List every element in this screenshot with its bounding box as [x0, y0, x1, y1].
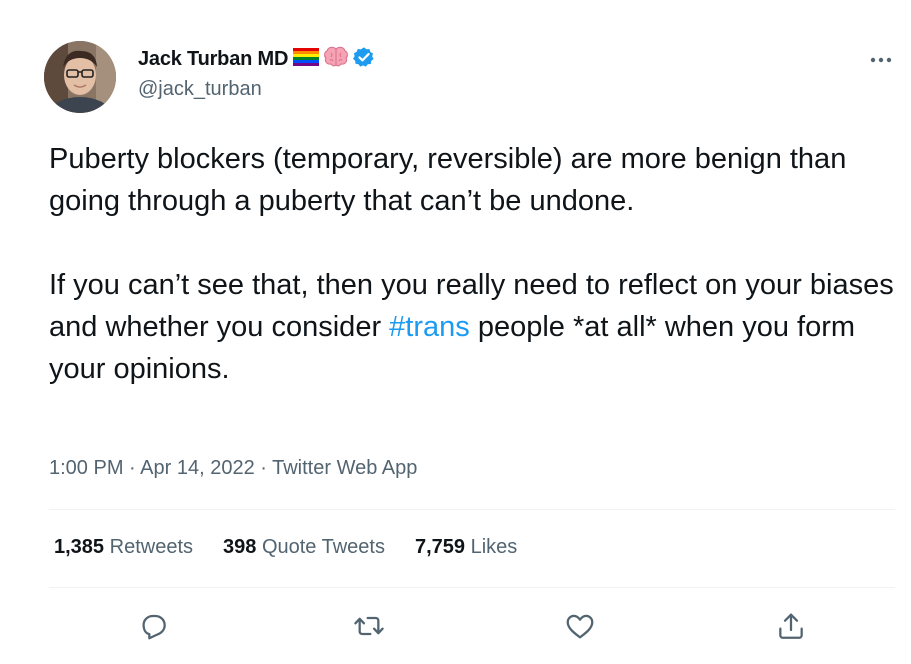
name-row: Jack Turban MD	[138, 46, 375, 72]
author-block: Jack Turban MD @jack_turban	[138, 46, 375, 101]
verified-badge-icon[interactable]	[353, 46, 375, 73]
retweets-label: Retweets	[109, 536, 193, 558]
divider	[49, 587, 895, 588]
hashtag-link[interactable]: #trans	[389, 311, 470, 343]
display-name[interactable]: Jack Turban MD	[138, 48, 288, 71]
more-options-icon[interactable]	[868, 52, 894, 68]
tweet-time[interactable]: 1:00 PM	[49, 457, 123, 479]
quote-tweets-label: Quote Tweets	[261, 536, 385, 558]
quote-tweets-count: 398	[223, 536, 257, 558]
tweet-paragraph-2: If you can’t see that, then you really n…	[49, 264, 899, 390]
tweet-paragraph-1: Puberty blockers (temporary, reversible)…	[49, 143, 847, 217]
meta-separator: ·	[254, 457, 273, 479]
handle[interactable]: @jack_turban	[138, 78, 375, 101]
retweets-stat[interactable]: 1,385 Retweets	[54, 536, 193, 559]
reply-icon[interactable]	[138, 610, 170, 642]
meta-separator: ·	[123, 457, 141, 479]
avatar-image	[44, 41, 116, 113]
likes-count: 7,759	[414, 536, 466, 558]
tweet: Jack Turban MD @jack_turban Puberty bloc…	[0, 0, 911, 664]
avatar[interactable]	[44, 41, 116, 113]
likes-label: Likes	[470, 536, 518, 558]
like-icon[interactable]	[564, 610, 596, 642]
brain-icon	[324, 46, 349, 73]
tweet-stats: 1,385 Retweets 398 Quote Tweets 7,759 Li…	[54, 536, 547, 559]
tweet-date[interactable]: Apr 14, 2022	[140, 457, 255, 479]
tweet-meta: 1:00 PM · Apr 14, 2022 · Twitter Web App	[49, 457, 417, 480]
tweet-text: Puberty blockers (temporary, reversible)…	[49, 138, 899, 390]
retweet-icon[interactable]	[353, 610, 385, 642]
share-icon[interactable]	[775, 610, 807, 642]
retweets-count: 1,385	[54, 536, 105, 558]
tweet-source[interactable]: Twitter Web App	[272, 457, 417, 479]
likes-stat[interactable]: 7,759 Likes	[415, 536, 517, 559]
rainbow-flag-icon	[293, 47, 320, 72]
divider	[49, 509, 895, 510]
quote-tweets-stat[interactable]: 398 Quote Tweets	[223, 536, 385, 559]
